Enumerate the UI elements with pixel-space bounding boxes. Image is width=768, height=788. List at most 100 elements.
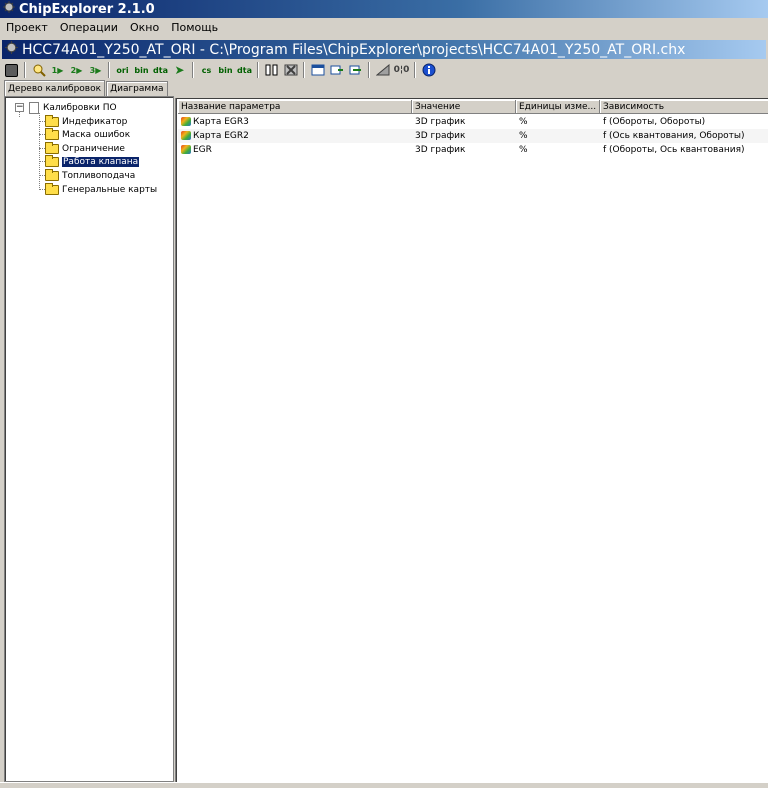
param-name: Карта EGR2 xyxy=(193,131,249,141)
param-units: % xyxy=(519,145,528,155)
toolbar-separator xyxy=(257,62,259,78)
dta-icon-2[interactable]: dta xyxy=(236,62,253,79)
toolbar-separator xyxy=(24,62,26,78)
tree-item-error-mask[interactable]: Маска ошибок xyxy=(45,127,131,141)
cs-label: cs xyxy=(201,65,212,75)
dta-icon[interactable]: dta xyxy=(152,62,169,79)
param-name: EGR xyxy=(193,145,212,155)
menu-operations[interactable]: Операции xyxy=(54,21,124,34)
column-header-value[interactable]: Значение xyxy=(412,100,516,114)
folder-icon xyxy=(45,127,59,140)
param-value: 3D график xyxy=(415,117,466,127)
merge-icon[interactable] xyxy=(347,62,364,79)
tab-calibration-tree[interactable]: Дерево калибровок xyxy=(4,80,106,97)
dta-label-2: dta xyxy=(237,65,252,75)
status-bar xyxy=(0,782,768,788)
tree-item-label: Работа клапана xyxy=(62,156,140,167)
param-name: Карта EGR3 xyxy=(193,117,249,127)
save-icon[interactable] xyxy=(3,62,20,79)
tree-item-identifier[interactable]: Индефикатор xyxy=(45,114,128,128)
tree-root-label: Калибровки ПО xyxy=(43,102,117,113)
app-title-bar[interactable]: ChipExplorer 2.1.0 xyxy=(0,0,768,18)
bin-label: bin xyxy=(134,65,149,75)
tree-item-label: Индефикатор xyxy=(62,116,128,127)
columns-icon[interactable] xyxy=(263,62,280,79)
collapse-icon[interactable]: − xyxy=(15,103,24,112)
param-dependency: f (Обороты, Обороты) xyxy=(603,117,706,127)
search-icon[interactable] xyxy=(30,62,47,79)
map-3d-icon xyxy=(181,145,191,154)
window-icon[interactable] xyxy=(309,62,326,79)
cs-icon[interactable]: cs xyxy=(198,62,215,79)
column-header-dependency[interactable]: Зависимость xyxy=(600,100,768,114)
toolbar-separator xyxy=(108,62,110,78)
folder-icon xyxy=(45,141,59,154)
param-value: 3D график xyxy=(415,131,466,141)
ori-label: ori xyxy=(116,65,129,75)
folder-icon xyxy=(45,168,59,181)
bin-icon-2[interactable]: bin xyxy=(217,62,234,79)
tree-item-label: Ограничение xyxy=(62,143,125,154)
toolbar-separator xyxy=(303,62,305,78)
bin-icon[interactable]: bin xyxy=(133,62,150,79)
map-3d-icon xyxy=(181,131,191,140)
toolbar: 1 ▶ 2 ▶ 3 ▶ ori bin dta ➤ cs bin dta 0¦0 xyxy=(2,60,766,80)
toolbar-separator xyxy=(192,62,194,78)
param-dependency: f (Ось квантования, Обороты) xyxy=(603,131,745,141)
tree-item-limitation[interactable]: Ограничение xyxy=(45,141,125,155)
folder-icon xyxy=(45,114,59,127)
folder-open-icon xyxy=(45,154,59,167)
folder-icon xyxy=(45,182,59,195)
tree-item-label: Генеральные карты xyxy=(62,184,158,195)
tree-item-fuel-supply[interactable]: Топливоподача xyxy=(45,168,136,182)
compare-icon[interactable] xyxy=(328,62,345,79)
map-3d-icon xyxy=(181,117,191,126)
toolbar-separator xyxy=(368,62,370,78)
table-row[interactable]: EGR 3D график % f (Обороты, Ось квантова… xyxy=(178,143,768,157)
step-3-label: 3 xyxy=(89,65,96,75)
parameter-grid[interactable]: Название параметра Значение Единицы изме… xyxy=(175,98,768,782)
document-chip-icon xyxy=(5,41,18,58)
toolbar-separator xyxy=(414,62,416,78)
tree-item-general-maps[interactable]: Генеральные карты xyxy=(45,182,158,196)
step-3-icon[interactable]: 3 ▶ xyxy=(87,62,104,79)
bin-label-2: bin xyxy=(218,65,233,75)
view-tabs: Дерево калибровок Диаграмма xyxy=(4,80,169,97)
chip-icon xyxy=(3,1,15,17)
dta-label: dta xyxy=(153,65,168,75)
param-units: % xyxy=(519,131,528,141)
info-icon[interactable] xyxy=(420,62,437,79)
param-dependency: f (Обороты, Ось квантования) xyxy=(603,145,745,155)
menu-help[interactable]: Помощь xyxy=(165,21,224,34)
menu-project[interactable]: Проект xyxy=(0,21,54,34)
param-units: % xyxy=(519,117,528,127)
ori-icon[interactable]: ori xyxy=(114,62,131,79)
column-header-units[interactable]: Единицы изме... xyxy=(516,100,600,114)
tree-item-valve-operation[interactable]: Работа клапана xyxy=(45,154,140,168)
table-row[interactable]: Карта EGR3 3D график % f (Обороты, Оборо… xyxy=(178,115,768,129)
step-2-icon[interactable]: 2 ▶ xyxy=(68,62,85,79)
tree-root[interactable]: − Калибровки ПО xyxy=(15,101,117,114)
tab-diagram[interactable]: Диаграмма xyxy=(106,81,168,96)
document-title-bar[interactable]: HCC74A01_Y250_AT_ORI - C:\Program Files\… xyxy=(2,40,766,59)
column-header-name[interactable]: Название параметра xyxy=(178,100,412,114)
tree-line xyxy=(39,113,40,190)
step-2-label: 2 xyxy=(70,65,77,75)
calibration-tree[interactable]: − Калибровки ПО Индефикатор Маска ошибок… xyxy=(4,96,174,782)
arrow-right-icon[interactable]: ➤ xyxy=(171,62,188,79)
delete-icon[interactable] xyxy=(282,62,299,79)
document-icon xyxy=(29,101,39,114)
menu-window[interactable]: Окно xyxy=(124,21,165,34)
table-row[interactable]: Карта EGR2 3D график % f (Ось квантовани… xyxy=(178,129,768,143)
app-title: ChipExplorer 2.1.0 xyxy=(19,1,155,17)
tree-item-label: Маска ошибок xyxy=(62,129,131,140)
param-value: 3D график xyxy=(415,145,466,155)
step-1-label: 1 xyxy=(51,65,58,75)
step-1-icon[interactable]: 1 ▶ xyxy=(49,62,66,79)
hex-icon[interactable]: 0¦0 xyxy=(393,62,410,79)
document-title: HCC74A01_Y250_AT_ORI - C:\Program Files\… xyxy=(22,41,686,58)
menu-bar: Проект Операции Окно Помощь xyxy=(0,18,768,36)
grid-header: Название параметра Значение Единицы изме… xyxy=(178,100,768,114)
triangle-icon[interactable] xyxy=(374,62,391,79)
tree-item-label: Топливоподача xyxy=(62,170,136,181)
